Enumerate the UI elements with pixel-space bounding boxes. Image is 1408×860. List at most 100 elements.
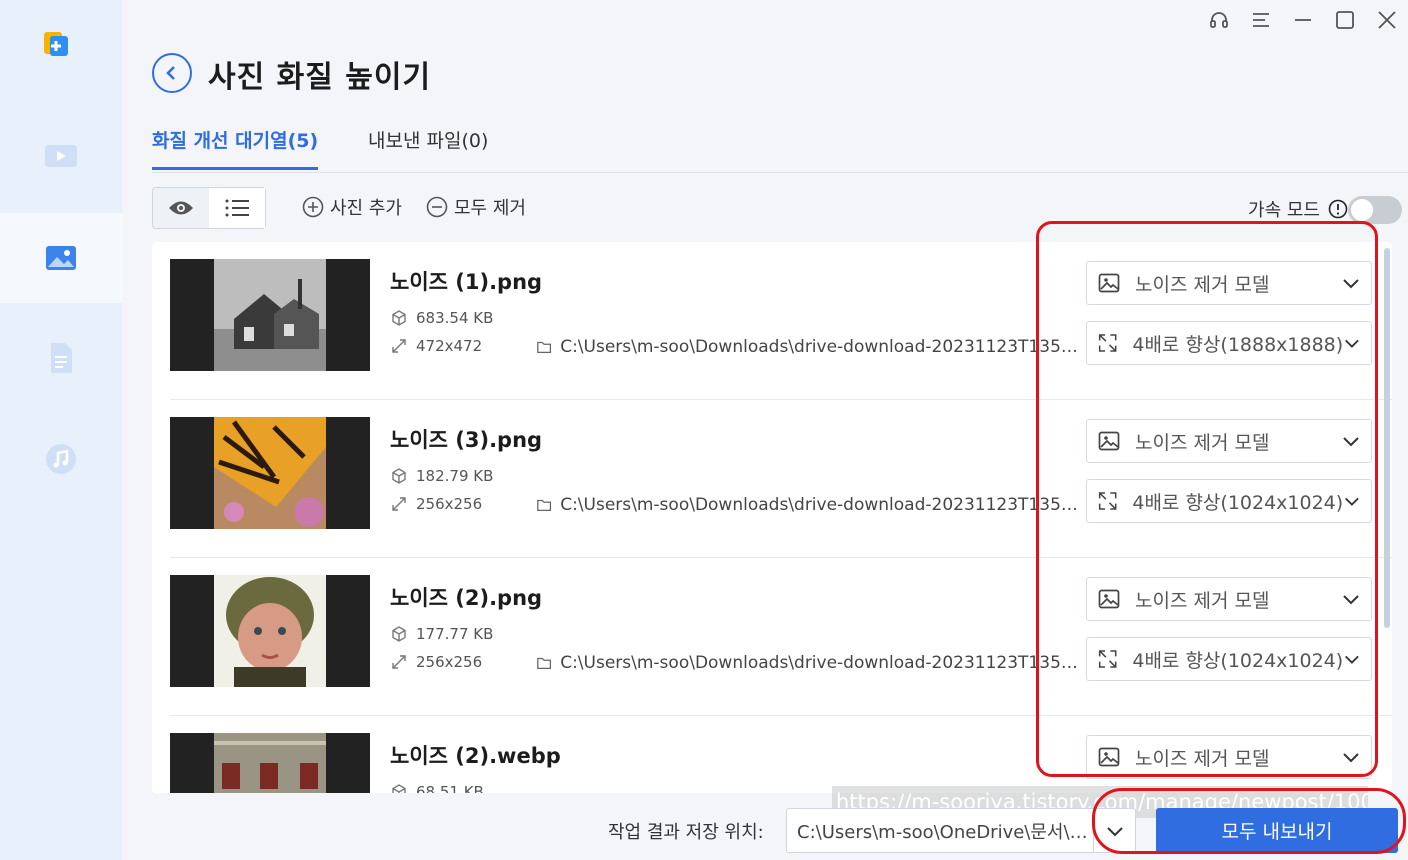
upscale-dropdown-label: 4배로 향상(1024x1024) <box>1132 649 1344 672</box>
view-toggle <box>152 187 266 229</box>
model-dropdown[interactable]: 노이즈 제거 모델 <box>1086 577 1372 621</box>
file-path-value: C:\Users\m-soo\Downloads\drive-download-… <box>560 337 1080 357</box>
page-title: 사진 화질 높이기 <box>208 60 432 95</box>
upscale-dropdown[interactable]: 4배로 향상(1888x1888) <box>1086 321 1372 365</box>
list-icon <box>225 199 249 217</box>
cube-icon <box>392 784 406 793</box>
butterfly-thumbnail <box>214 417 326 529</box>
sidebar-item-document[interactable] <box>0 313 122 403</box>
file-name: 노이즈 (2).png <box>390 586 543 610</box>
folder-icon <box>537 341 552 354</box>
file-size-value: 683.54 KB <box>416 309 494 327</box>
info-icon[interactable] <box>1328 199 1348 219</box>
music-icon <box>46 444 76 474</box>
thumbnail <box>170 417 370 529</box>
list-item[interactable]: 노이즈 (2).png 177.77 KB 256x256 C:\Users\m… <box>152 558 1392 716</box>
video-icon <box>45 145 77 167</box>
thumbnail <box>170 733 370 793</box>
model-dropdown[interactable]: 노이즈 제거 모델 <box>1086 735 1372 779</box>
building-thumbnail <box>214 733 326 793</box>
chevron-down-icon <box>1345 655 1359 664</box>
thumbnail <box>170 575 370 687</box>
upscale-dropdown[interactable]: 4배로 향상(1024x1024) <box>1086 637 1372 681</box>
add-photo-label: 사진 추가 <box>330 198 402 219</box>
model-dropdown-label: 노이즈 제거 모델 <box>1135 747 1270 770</box>
file-size: 683.54 KB <box>390 309 493 327</box>
preview-view-button[interactable] <box>153 188 209 228</box>
back-button[interactable] <box>152 53 192 93</box>
file-dimensions-value: 472x472 <box>416 337 483 355</box>
cube-icon <box>392 310 406 326</box>
baby-thumbnail <box>214 575 326 687</box>
sidebar-item-photo[interactable] <box>0 213 122 303</box>
file-path-value: C:\Users\m-soo\Downloads\drive-download-… <box>560 653 1080 673</box>
accel-mode: 가속 모드 <box>1248 196 1348 222</box>
expand-icon <box>1098 334 1117 352</box>
expand-icon <box>1098 650 1117 668</box>
upscale-dropdown-label: 4배로 향상(1024x1024) <box>1132 491 1344 514</box>
file-name: 노이즈 (1).png <box>390 270 543 294</box>
cube-icon <box>392 626 406 642</box>
tab-exported[interactable]: 내보낸 파일(0) <box>368 126 488 167</box>
model-dropdown-label: 노이즈 제거 모델 <box>1135 273 1270 296</box>
tab-bar: 화질 개선 대기열(5) 내보낸 파일(0) <box>152 118 1408 173</box>
remove-all-button[interactable]: 모두 제거 <box>426 194 526 220</box>
file-size-value: 68.51 KB <box>416 783 484 793</box>
file-dimensions-value: 256x256 <box>416 653 483 671</box>
model-dropdown[interactable]: 노이즈 제거 모델 <box>1086 261 1372 305</box>
file-path: C:\Users\m-soo\Downloads\drive-download-… <box>536 337 1080 357</box>
menu-button[interactable] <box>1240 4 1282 36</box>
file-dimensions: 256x256 <box>390 653 482 671</box>
tab-queue[interactable]: 화질 개선 대기열(5) <box>152 126 319 170</box>
scrollbar[interactable] <box>1384 248 1390 628</box>
file-dimensions-value: 256x256 <box>416 495 483 513</box>
chevron-down-icon <box>1345 497 1359 506</box>
save-location-select[interactable]: C:\Users\m-soo\OneDrive\문서\4... <box>786 808 1136 853</box>
main-area: 사진 화질 높이기 화질 개선 대기열(5) 내보낸 파일(0) 사진 추가 모… <box>122 0 1408 860</box>
chevron-down-icon <box>1343 279 1359 289</box>
maximize-icon <box>1336 11 1354 29</box>
folder-icon <box>537 499 552 512</box>
remove-all-label: 모두 제거 <box>454 198 526 219</box>
close-button[interactable] <box>1366 4 1408 36</box>
document-icon <box>51 343 72 373</box>
file-size: 68.51 KB <box>390 783 484 793</box>
model-dropdown-label: 노이즈 제거 모델 <box>1135 431 1270 454</box>
image-icon <box>1098 589 1120 609</box>
chevron-down-icon <box>1106 826 1123 836</box>
export-all-button[interactable]: 모두 내보내기 <box>1156 808 1398 853</box>
file-path: C:\Users\m-soo\Downloads\drive-download-… <box>536 653 1080 673</box>
sidebar-item-audio[interactable] <box>0 414 122 504</box>
upscale-dropdown[interactable]: 4배로 향상(1024x1024) <box>1086 479 1372 523</box>
file-path-value: C:\Users\m-soo\Downloads\drive-download-… <box>560 495 1080 515</box>
folder-icon <box>537 657 552 670</box>
house-thumbnail <box>214 259 326 371</box>
save-location-dropdown-button[interactable] <box>1093 809 1135 852</box>
model-dropdown[interactable]: 노이즈 제거 모델 <box>1086 419 1372 463</box>
file-size-value: 177.77 KB <box>416 625 494 643</box>
image-icon <box>1098 431 1120 451</box>
list-item[interactable]: 노이즈 (3).png 182.79 KB 256x256 C:\Users\m… <box>152 400 1392 558</box>
support-button[interactable] <box>1198 4 1240 36</box>
sidebar-item-video[interactable] <box>0 111 122 201</box>
file-path: C:\Users\m-soo\Downloads\drive-download-… <box>536 495 1080 515</box>
image-icon <box>1098 747 1120 767</box>
chevron-left-icon <box>166 66 175 80</box>
list-item[interactable]: 노이즈 (1).png 683.54 KB 472x472 C:\Users\m… <box>152 242 1392 400</box>
list-item[interactable]: 노이즈 (2).webp 68.51 KB 노이즈 제거 모델 <box>152 716 1392 793</box>
window-controls <box>1198 4 1408 36</box>
list-view-button[interactable] <box>209 188 265 228</box>
add-photo-button[interactable]: 사진 추가 <box>302 194 402 220</box>
model-dropdown-label: 노이즈 제거 모델 <box>1135 589 1270 612</box>
maximize-button[interactable] <box>1324 4 1366 36</box>
accel-mode-label: 가속 모드 <box>1248 200 1320 221</box>
chevron-down-icon <box>1343 753 1359 763</box>
minimize-icon <box>1295 19 1311 21</box>
accel-mode-toggle[interactable] <box>1348 196 1402 224</box>
minimize-button[interactable] <box>1282 4 1324 36</box>
chevron-down-icon <box>1343 437 1359 447</box>
eye-icon <box>169 201 193 215</box>
file-name: 노이즈 (3).png <box>390 428 543 452</box>
menu-icon <box>1253 13 1269 27</box>
close-icon <box>1378 11 1396 29</box>
